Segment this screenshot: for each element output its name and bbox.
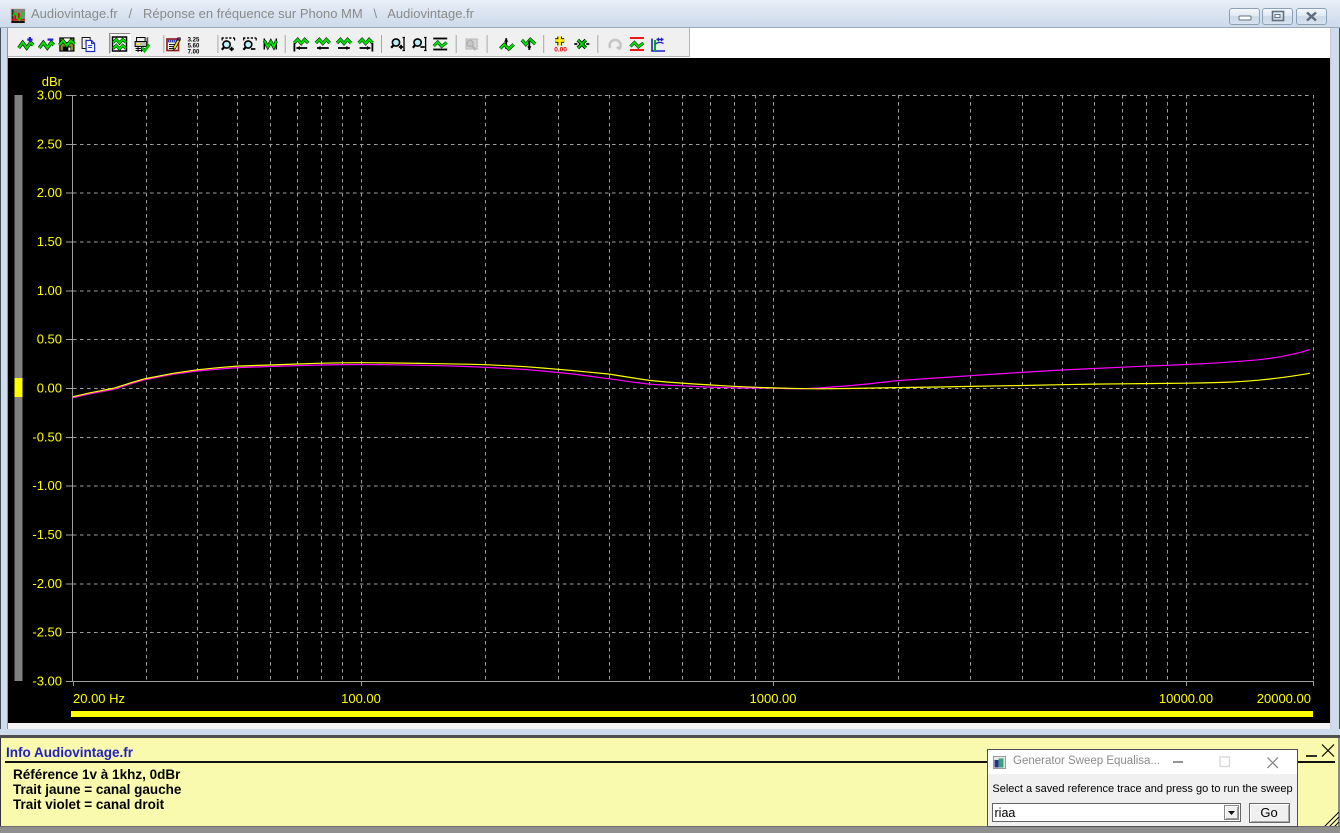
svg-text:-1.50: -1.50 (32, 527, 62, 542)
svg-text:1.50: 1.50 (37, 234, 62, 249)
svg-text:10000.00: 10000.00 (1159, 691, 1213, 706)
svg-text:20000.00: 20000.00 (1257, 691, 1311, 706)
svg-text:20.00 Hz: 20.00 Hz (73, 691, 125, 706)
svg-text:100.00: 100.00 (341, 691, 381, 706)
svg-text:1.00: 1.00 (37, 283, 62, 298)
svg-text:-0.50: -0.50 (32, 429, 62, 444)
svg-text:-1.00: -1.00 (32, 478, 62, 493)
svg-text:-2.50: -2.50 (32, 625, 62, 640)
svg-text:0.00: 0.00 (37, 381, 62, 396)
svg-text:-3.00: -3.00 (32, 674, 62, 689)
svg-text:3.00: 3.00 (37, 88, 62, 103)
svg-text:-2.00: -2.00 (32, 576, 62, 591)
svg-text:2.00: 2.00 (37, 185, 62, 200)
svg-text:0.50: 0.50 (37, 332, 62, 347)
svg-text:7.00: 7.00 (188, 50, 200, 56)
svg-text:2.50: 2.50 (37, 136, 62, 151)
svg-text:0.00: 0.00 (554, 47, 567, 54)
svg-text:1000.00: 1000.00 (750, 691, 797, 706)
